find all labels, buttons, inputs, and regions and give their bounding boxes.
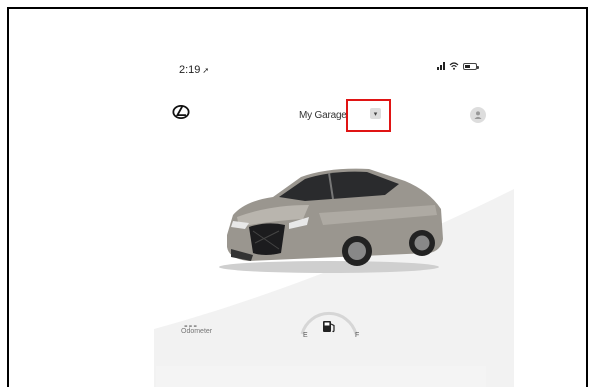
person-icon (474, 111, 482, 119)
fuel-empty-label: E (303, 332, 308, 339)
battery-icon (463, 62, 479, 70)
fuel-pump-icon (323, 321, 335, 333)
fuel-full-label: F (355, 332, 360, 339)
vehicle-image[interactable] (209, 157, 449, 277)
status-icons (437, 62, 479, 70)
my-garage-title[interactable]: My Garage (299, 110, 347, 121)
profile-avatar-icon[interactable] (470, 107, 486, 123)
signal-icon (437, 62, 445, 70)
screenshot-frame: 2:19 ➚ My Garage ▾ --- Odometer E F (7, 7, 588, 387)
odometer-label: Odometer (181, 328, 213, 335)
status-time: 2:19 ➚ (179, 64, 210, 76)
wifi-icon (449, 62, 459, 70)
vehicle-info-card[interactable] (156, 366, 486, 387)
lexus-logo-icon[interactable] (172, 103, 190, 121)
highlight-box (346, 99, 391, 132)
location-arrow-icon: ➚ (202, 66, 210, 75)
phone-screen: 2:19 ➚ My Garage ▾ --- Odometer E F (154, 9, 514, 387)
